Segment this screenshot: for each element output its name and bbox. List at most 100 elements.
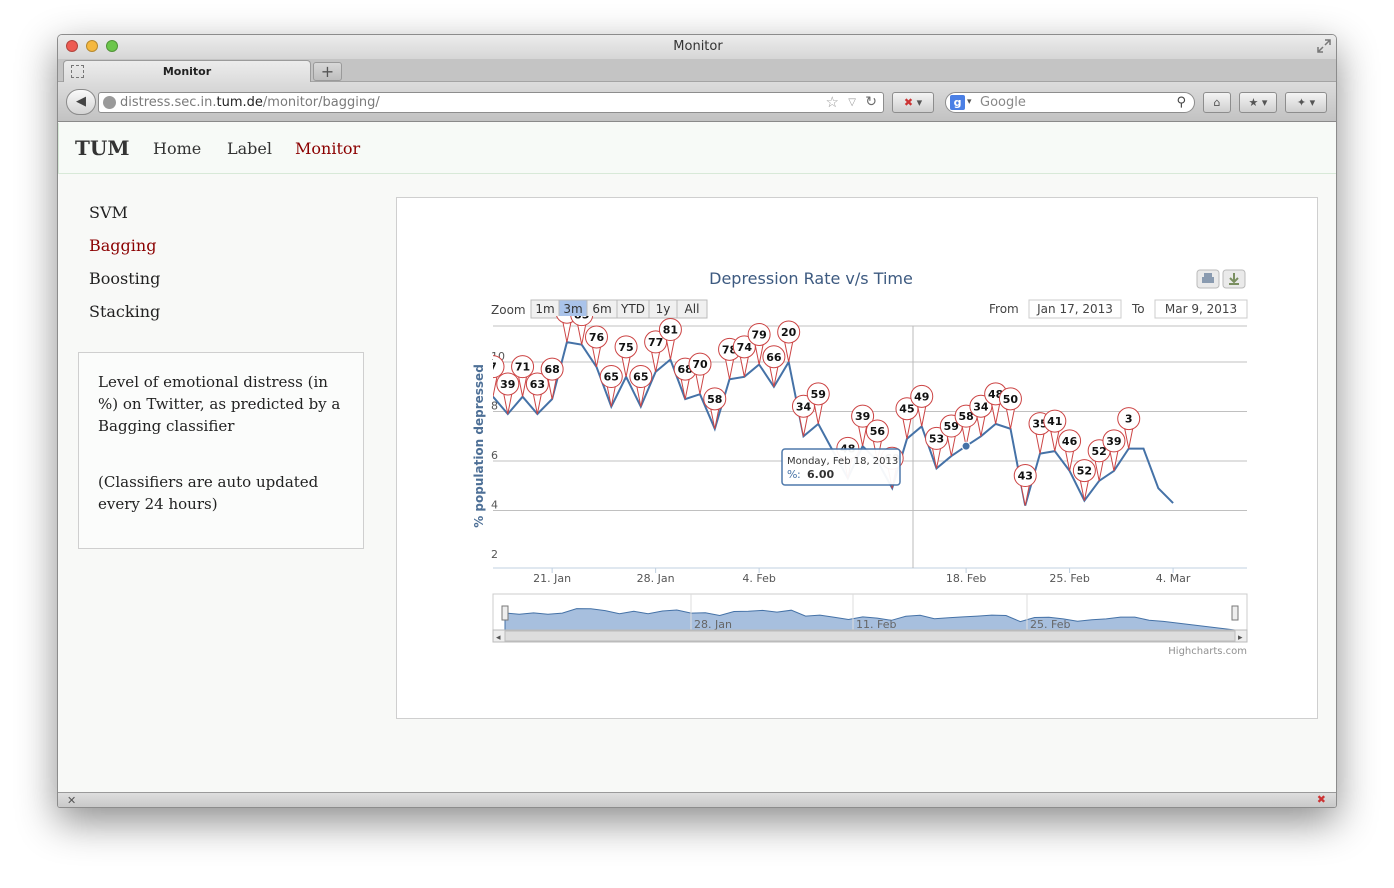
flag-marker[interactable]: 63 (525, 372, 549, 415)
flag-label: 58 (707, 393, 722, 406)
tooltip-date: Monday, Feb 18, 2013 (787, 456, 898, 467)
search-bar[interactable]: g ▾ Google ⚲ (945, 92, 1195, 113)
hover-marker (961, 441, 971, 451)
addon-status-icon[interactable]: ✖ (1317, 793, 1326, 806)
flag-pin (577, 324, 587, 345)
zoom-button-3m[interactable]: 3m (558, 299, 588, 319)
navigator-tick-label: 11. Feb (856, 618, 896, 631)
sidebar-item-boosting[interactable]: Boosting (89, 269, 160, 288)
y-axis-label: % population depressed (472, 364, 486, 528)
description-text: Level of emotional distress (in %) on Tw… (98, 373, 341, 435)
flag-pin (724, 358, 735, 380)
navigator[interactable]: 28. Jan 11. Feb 25. Feb ◂ ▸ (492, 593, 1248, 643)
flag-marker[interactable]: 52 (1072, 459, 1096, 501)
flag-marker[interactable]: 66 (762, 345, 786, 387)
sidebar-item-stacking[interactable]: Stacking (89, 302, 160, 321)
reload-icon[interactable]: ↻ (865, 93, 877, 112)
flag-pin (695, 373, 705, 395)
flag-marker[interactable]: 39 (496, 372, 520, 415)
flag-marker[interactable]: 43 (1013, 464, 1037, 506)
scroll-left-icon[interactable]: ◂ (496, 633, 501, 643)
description-box: Level of emotional distress (in %) on Tw… (78, 352, 364, 549)
chart-credits[interactable]: Highcharts.com (1168, 646, 1247, 657)
flag-label: 75 (618, 341, 633, 354)
flag-label: 65 (604, 371, 619, 384)
zoom-button-label: 6m (592, 302, 611, 316)
tooltip-series: % (787, 468, 797, 481)
chart-panel: Depression Rate v/s Time Zoom 1m 3m 6m YTD 1… (396, 197, 1318, 719)
flag-label: 45 (899, 403, 914, 416)
zoom-button-label: YTD (620, 302, 645, 316)
sidebar-item-svm[interactable]: SVM (89, 203, 128, 222)
hover-point (961, 441, 971, 451)
navigator-scrollbar-thumb[interactable] (504, 630, 1236, 642)
flag-pin (562, 321, 572, 343)
zoom-label: Zoom (491, 303, 526, 317)
zoom-button-all[interactable]: All (676, 299, 708, 319)
tools-button[interactable]: ✦ ▾ (1285, 92, 1327, 113)
navigator-tick-label: 28. Jan (694, 618, 732, 631)
flag-marker[interactable]: 76 (584, 325, 608, 368)
addon-button[interactable]: ✖ ▾ (892, 92, 934, 113)
zoom-button-label: All (685, 302, 700, 316)
star-icon[interactable]: ☆ (826, 93, 839, 112)
brand-logo[interactable]: TUM (75, 136, 129, 160)
print-button[interactable] (1196, 269, 1220, 289)
range-from-value: Jan 17, 2013 (1036, 302, 1113, 316)
navigator-handle-left[interactable] (501, 605, 509, 621)
zoom-button-ytd[interactable]: YTD (616, 299, 650, 319)
flag-label: 39 (1106, 435, 1121, 448)
x-tick-label: 28. Jan (637, 572, 675, 585)
nav-monitor[interactable]: Monitor (295, 139, 360, 158)
tab-monitor[interactable]: Monitor (63, 60, 311, 83)
bookmarks-button[interactable]: ★ ▾ (1239, 92, 1277, 113)
flag-label: 46 (1062, 435, 1078, 448)
flag-pin (917, 405, 927, 427)
x-axis-ticks: 21. Jan 28. Jan 4. Feb 18. Feb 25. Feb 4. Mar (533, 568, 1191, 585)
zoom-button-6m[interactable]: 6m (586, 299, 618, 319)
range-to-input[interactable]: Mar 9, 2013 (1154, 299, 1248, 319)
flag-label: 52 (1077, 465, 1092, 478)
flag-label: 79 (751, 328, 766, 341)
flag-label: 53 (929, 432, 944, 445)
zoom-button-1m[interactable]: 1m (530, 299, 560, 319)
flag-pin (493, 376, 498, 397)
tooltip: Monday, Feb 18, 2013 % : 6.00 (781, 448, 901, 486)
window-title: Monitor (673, 39, 723, 54)
page-content: TUM Home Label Monitor SVM Bagging Boost… (58, 123, 1336, 792)
zoom-button-1y[interactable]: 1y (648, 299, 678, 319)
fullscreen-icon[interactable] (1316, 38, 1332, 54)
flag-label: 56 (870, 425, 886, 438)
close-icon[interactable]: ✕ (67, 794, 76, 807)
range-from-input[interactable]: Jan 17, 2013 (1028, 299, 1122, 319)
flag-pin (665, 339, 676, 360)
address-bar[interactable]: distress.sec.in.tum.de/monitor/bagging/ … (98, 92, 884, 113)
flag-label: 34 (973, 400, 989, 413)
browser-toolbar: ◀ distress.sec.in.tum.de/monitor/bagging… (58, 82, 1336, 122)
flag-label: 65 (633, 371, 648, 384)
navigator-handle-right[interactable] (1231, 605, 1239, 621)
flag-pin (621, 356, 631, 377)
sidebar-item-bagging[interactable]: Bagging (89, 236, 156, 255)
flag-label: 3 (1125, 413, 1133, 426)
range-from-label: From (989, 302, 1019, 316)
search-icon[interactable]: ⚲ (1176, 93, 1186, 112)
export-button[interactable] (1222, 269, 1246, 289)
zoom-buttons: 1m 3m 6m YTD 1y All (530, 299, 708, 319)
flag-label: 77 (648, 336, 663, 349)
x-tick-label: 4. Mar (1156, 572, 1191, 585)
back-button[interactable]: ◀ (66, 89, 96, 115)
flag-label: 20 (781, 326, 797, 339)
y-tick-label: 2 (491, 548, 498, 561)
zoom-button-label: 3m (563, 302, 582, 316)
scroll-right-icon[interactable]: ▸ (1238, 633, 1243, 643)
nav-label[interactable]: Label (227, 139, 272, 158)
search-engine-dropdown-icon[interactable]: ▾ (967, 93, 972, 112)
new-tab-button[interactable]: + (313, 62, 342, 81)
url-dropdown-icon[interactable]: ▽ (848, 93, 856, 112)
addon-icon: ✖ (903, 96, 914, 109)
home-button[interactable]: ⌂ (1203, 92, 1231, 113)
flag-marker[interactable]: 50 (998, 387, 1022, 429)
x-tick-label: 18. Feb (946, 572, 986, 585)
nav-home[interactable]: Home (153, 139, 201, 158)
